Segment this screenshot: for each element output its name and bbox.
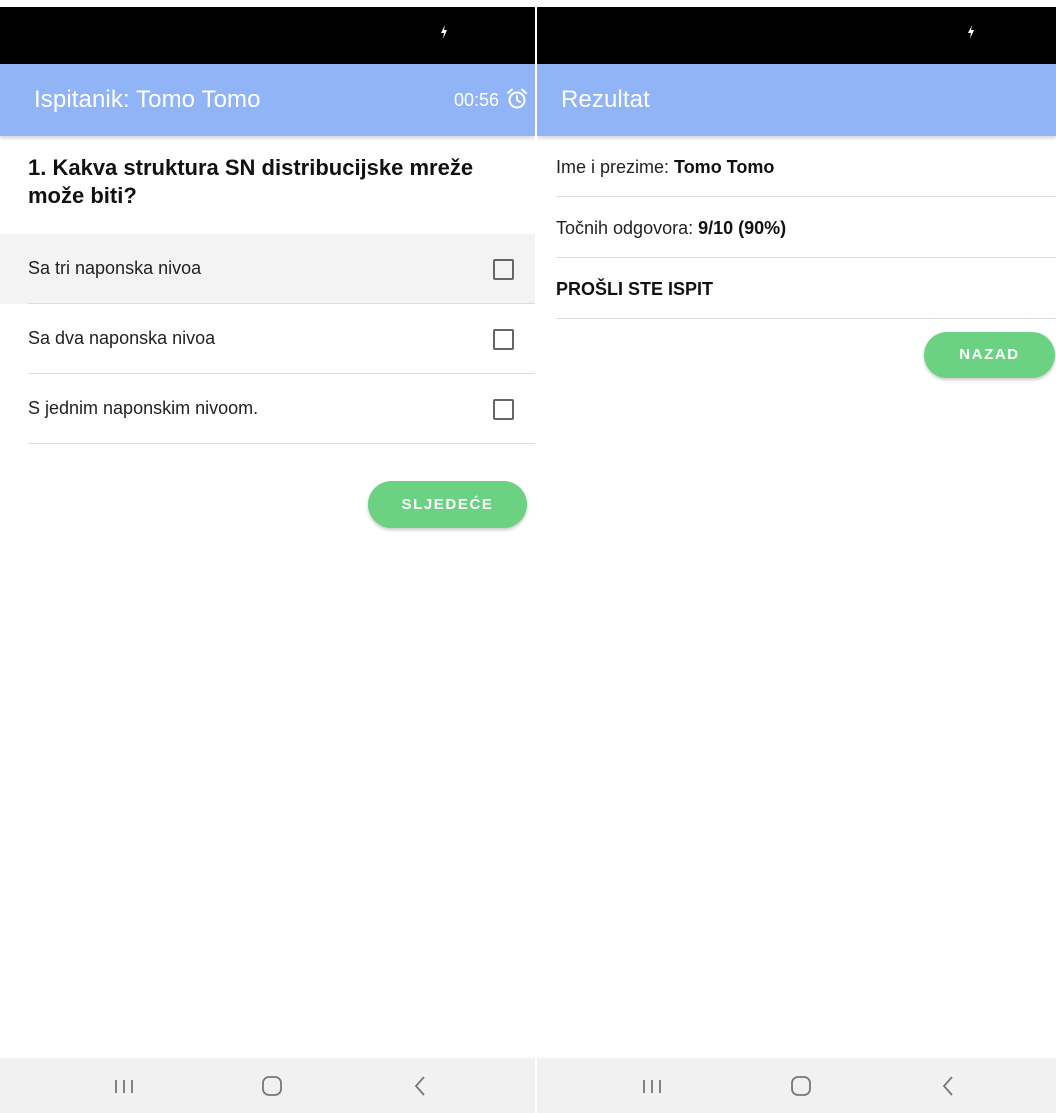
divider [28,443,535,444]
answer-checkbox[interactable] [493,259,514,280]
exam-status: PROŠLI STE ISPIT [556,279,714,299]
name-value: Tomo Tomo [674,157,775,177]
answer-option[interactable]: Sa tri naponska nivoa [0,234,535,304]
back-icon[interactable] [412,1072,428,1100]
divider [556,196,1056,197]
back-button[interactable]: NAZAD [924,332,1055,378]
status-bar [537,7,1056,64]
answer-label: Sa tri naponska nivoa [28,258,202,278]
answer-label: Sa dva naponska nivoa [28,328,216,348]
page-title: Ispitanik: Tomo Tomo [34,86,261,113]
answer-label: S jednim naponskim nivoom. [28,398,259,418]
alarm-clock-icon [507,88,527,109]
question-text: 1. Kakva struktura SN distribucijske mre… [28,155,474,208]
home-icon[interactable] [259,1072,285,1100]
name-label: Ime i prezime: [556,157,675,177]
back-icon[interactable] [940,1072,956,1100]
score-row: Točnih odgovora: 9/10 (90%) [556,218,1056,239]
status-bar [0,7,535,64]
answer-options: Sa tri naponska nivoa Sa dva naponska ni… [0,234,535,444]
divider [556,318,1056,319]
home-icon[interactable] [788,1072,814,1100]
top-strip [537,0,1056,7]
quiz-screen: Ispitanik: Tomo Tomo 00:56 1. Kakva stru… [0,0,535,1113]
score-label: Točnih odgovora: [556,218,699,238]
answer-checkbox[interactable] [493,399,514,420]
result-screen: Rezultat Ime i prezime: Tomo Tomo Točnih… [537,0,1056,1113]
answer-option[interactable]: S jednim naponskim nivoom. [0,374,535,444]
timer-text: 00:56 [453,90,499,110]
name-row: Ime i prezime: Tomo Tomo [556,157,1056,178]
top-strip [0,0,535,7]
recent-apps-icon[interactable] [641,1072,663,1100]
answer-checkbox[interactable] [493,329,514,350]
charging-bolt-icon [441,25,447,39]
next-button[interactable]: SLJEDEĆE [368,481,527,528]
app-bar: Rezultat [537,64,1056,136]
page-title: Rezultat [561,86,650,113]
answer-option[interactable]: Sa dva naponska nivoa [0,304,535,374]
divider [556,257,1056,258]
charging-bolt-icon [968,25,974,39]
recent-apps-icon[interactable] [113,1072,135,1100]
score-value: 9/10 (90%) [698,218,787,238]
app-bar: Ispitanik: Tomo Tomo 00:56 [0,64,535,136]
